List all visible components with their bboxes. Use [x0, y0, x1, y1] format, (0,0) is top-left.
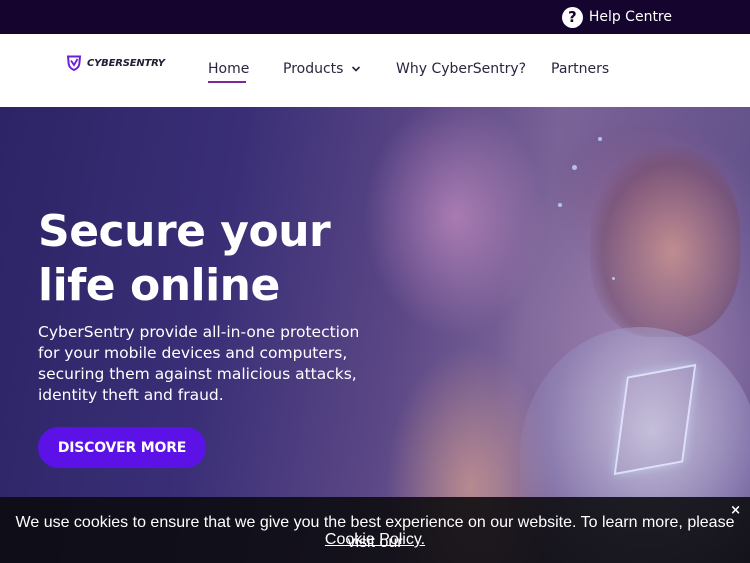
nav-home[interactable]: Home — [208, 61, 249, 77]
top-utility-bar: ? Help Centre — [0, 0, 750, 34]
cookie-close-button[interactable]: × — [730, 503, 741, 518]
bokeh-light — [572, 165, 577, 170]
hero-title: Secure your life online — [38, 206, 331, 311]
cookie-link-row: Cookie Policy. — [0, 530, 750, 550]
cookie-policy-link[interactable]: Cookie Policy. — [325, 531, 425, 548]
nav-partners[interactable]: Partners — [551, 61, 609, 77]
nav-products[interactable]: Products — [283, 61, 361, 77]
hero-description: CyberSentry provide all-in-one protectio… — [38, 323, 360, 404]
hero-section: Secure your life online CyberSentry prov… — [0, 107, 750, 563]
nav-why-cybersentry[interactable]: Why CyberSentry? — [396, 61, 526, 77]
hero-person-head — [590, 147, 740, 337]
bokeh-light — [558, 203, 562, 207]
nav-home-active-indicator — [208, 81, 246, 83]
site-header: CYBERSENTRY Home Products Why CyberSentr… — [0, 34, 750, 107]
main-navigation: Home Products Why CyberSentry? Partners — [0, 61, 750, 85]
discover-more-button[interactable]: DISCOVER MORE — [38, 427, 206, 468]
help-centre-label: Help Centre — [588, 9, 672, 25]
bokeh-light — [612, 277, 615, 280]
bokeh-light — [598, 137, 602, 141]
cookie-banner: We use cookies to ensure that we give yo… — [0, 497, 750, 563]
chevron-down-icon — [352, 66, 361, 72]
question-circle-icon: ? — [561, 6, 583, 28]
help-centre-link[interactable]: ? Help Centre — [561, 6, 672, 28]
nav-products-label: Products — [283, 61, 344, 77]
